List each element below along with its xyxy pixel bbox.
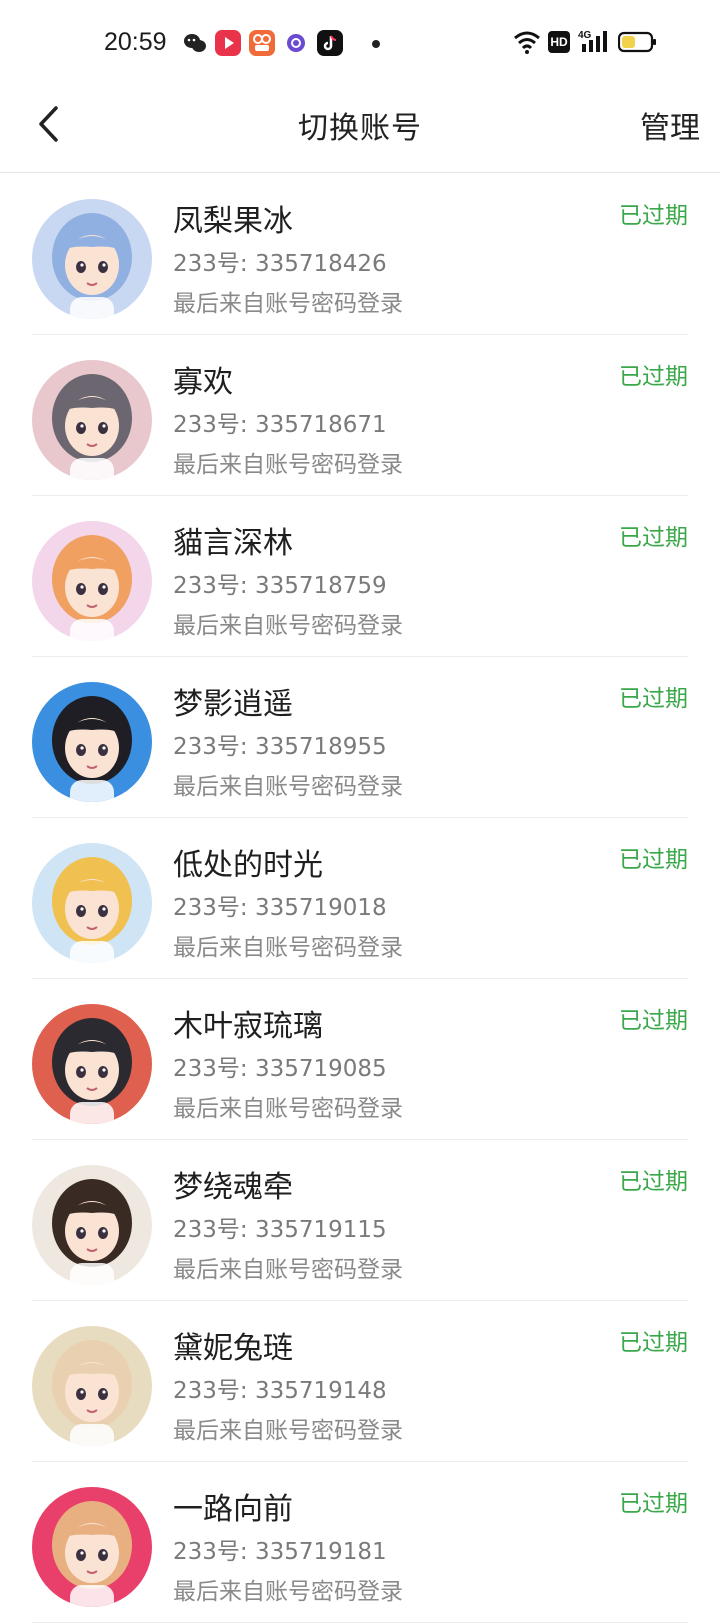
avatar — [32, 521, 152, 641]
account-login-method: 最后来自账号密码登录 — [173, 613, 403, 639]
account-name: 一路向前 — [173, 1492, 293, 1527]
account-name: 凤梨果冰 — [173, 204, 293, 239]
account-login-method: 最后来自账号密码登录 — [173, 935, 403, 961]
account-id: 233号: 335719148 — [173, 1378, 387, 1404]
status-badge: 已过期 — [619, 1169, 688, 1195]
account-login-method: 最后来自账号密码登录 — [173, 774, 403, 800]
signal-4g-icon: 4G — [578, 28, 608, 60]
account-name: 貓言深林 — [173, 526, 293, 561]
account-name: 低处的时光 — [173, 848, 323, 883]
status-bar: 20:59 HD 4G — [0, 0, 720, 88]
account-login-method: 最后来自账号密码登录 — [173, 1418, 403, 1444]
svg-text:4G: 4G — [578, 30, 592, 41]
account-item[interactable]: 凤梨果冰 233号: 335718426 最后来自账号密码登录 已过期 — [32, 174, 688, 335]
browser-icon — [283, 30, 309, 56]
account-login-method: 最后来自账号密码登录 — [173, 291, 403, 317]
account-item[interactable]: 一路向前 233号: 335719181 最后来自账号密码登录 已过期 — [32, 1462, 688, 1623]
account-name: 梦绕魂牵 — [173, 1170, 293, 1205]
video-app-icon — [215, 30, 241, 56]
wifi-icon — [512, 28, 542, 60]
account-login-method: 最后来自账号密码登录 — [173, 452, 403, 478]
wechat-icon — [182, 30, 208, 56]
account-item[interactable]: 木叶寂琉璃 233号: 335719085 最后来自账号密码登录 已过期 — [32, 979, 688, 1140]
hd-icon: HD — [548, 31, 570, 53]
account-name: 黛妮兔琏 — [173, 1331, 293, 1366]
account-item[interactable]: 黛妮兔琏 233号: 335719148 最后来自账号密码登录 已过期 — [32, 1301, 688, 1462]
tiktok-icon — [317, 30, 343, 56]
status-badge: 已过期 — [619, 1330, 688, 1356]
status-badge: 已过期 — [619, 1008, 688, 1034]
account-item[interactable]: 梦影逍遥 233号: 335718955 最后来自账号密码登录 已过期 — [32, 657, 688, 818]
account-name: 梦影逍遥 — [173, 687, 293, 722]
account-login-method: 最后来自账号密码登录 — [173, 1096, 403, 1122]
avatar — [32, 843, 152, 963]
account-list: 凤梨果冰 233号: 335718426 最后来自账号密码登录 已过期 寡欢 233号: … — [0, 174, 720, 1623]
status-badge: 已过期 — [619, 203, 688, 229]
avatar — [32, 1487, 152, 1607]
manage-button[interactable]: 管理 — [640, 103, 700, 147]
account-id: 233号: 335718955 — [173, 734, 387, 760]
avatar — [32, 199, 152, 319]
account-id: 233号: 335719181 — [173, 1539, 387, 1565]
account-item[interactable]: 寡欢 233号: 335718671 最后来自账号密码登录 已过期 — [32, 335, 688, 496]
notification-dot-icon — [372, 40, 380, 48]
system-status-icons: HD 4G — [512, 28, 662, 58]
account-id: 233号: 335718671 — [173, 412, 387, 438]
status-badge: 已过期 — [619, 525, 688, 551]
status-badge: 已过期 — [619, 1491, 688, 1517]
account-item[interactable]: 梦绕魂牵 233号: 335719115 最后来自账号密码登录 已过期 — [32, 1140, 688, 1301]
page-title: 切换账号 — [298, 111, 422, 146]
account-id: 233号: 335719085 — [173, 1056, 387, 1082]
account-name: 寡欢 — [173, 365, 233, 400]
account-name: 木叶寂琉璃 — [173, 1009, 323, 1044]
status-badge: 已过期 — [619, 686, 688, 712]
account-id: 233号: 335719115 — [173, 1217, 387, 1243]
status-time: 20:59 — [104, 28, 167, 56]
avatar — [32, 360, 152, 480]
avatar — [32, 1326, 152, 1446]
battery-icon — [617, 31, 658, 57]
avatar — [32, 1165, 152, 1285]
account-id: 233号: 335719018 — [173, 895, 387, 921]
account-id: 233号: 335718759 — [173, 573, 387, 599]
header-bar: 切换账号 管理 — [0, 88, 720, 173]
avatar — [32, 1004, 152, 1124]
status-badge: 已过期 — [619, 847, 688, 873]
avatar — [32, 682, 152, 802]
photo-app-icon — [249, 30, 275, 56]
account-login-method: 最后来自账号密码登录 — [173, 1257, 403, 1283]
account-item[interactable]: 低处的时光 233号: 335719018 最后来自账号密码登录 已过期 — [32, 818, 688, 979]
account-login-method: 最后来自账号密码登录 — [173, 1579, 403, 1605]
account-id: 233号: 335718426 — [173, 251, 387, 277]
account-item[interactable]: 貓言深林 233号: 335718759 最后来自账号密码登录 已过期 — [32, 496, 688, 657]
status-badge: 已过期 — [619, 364, 688, 390]
